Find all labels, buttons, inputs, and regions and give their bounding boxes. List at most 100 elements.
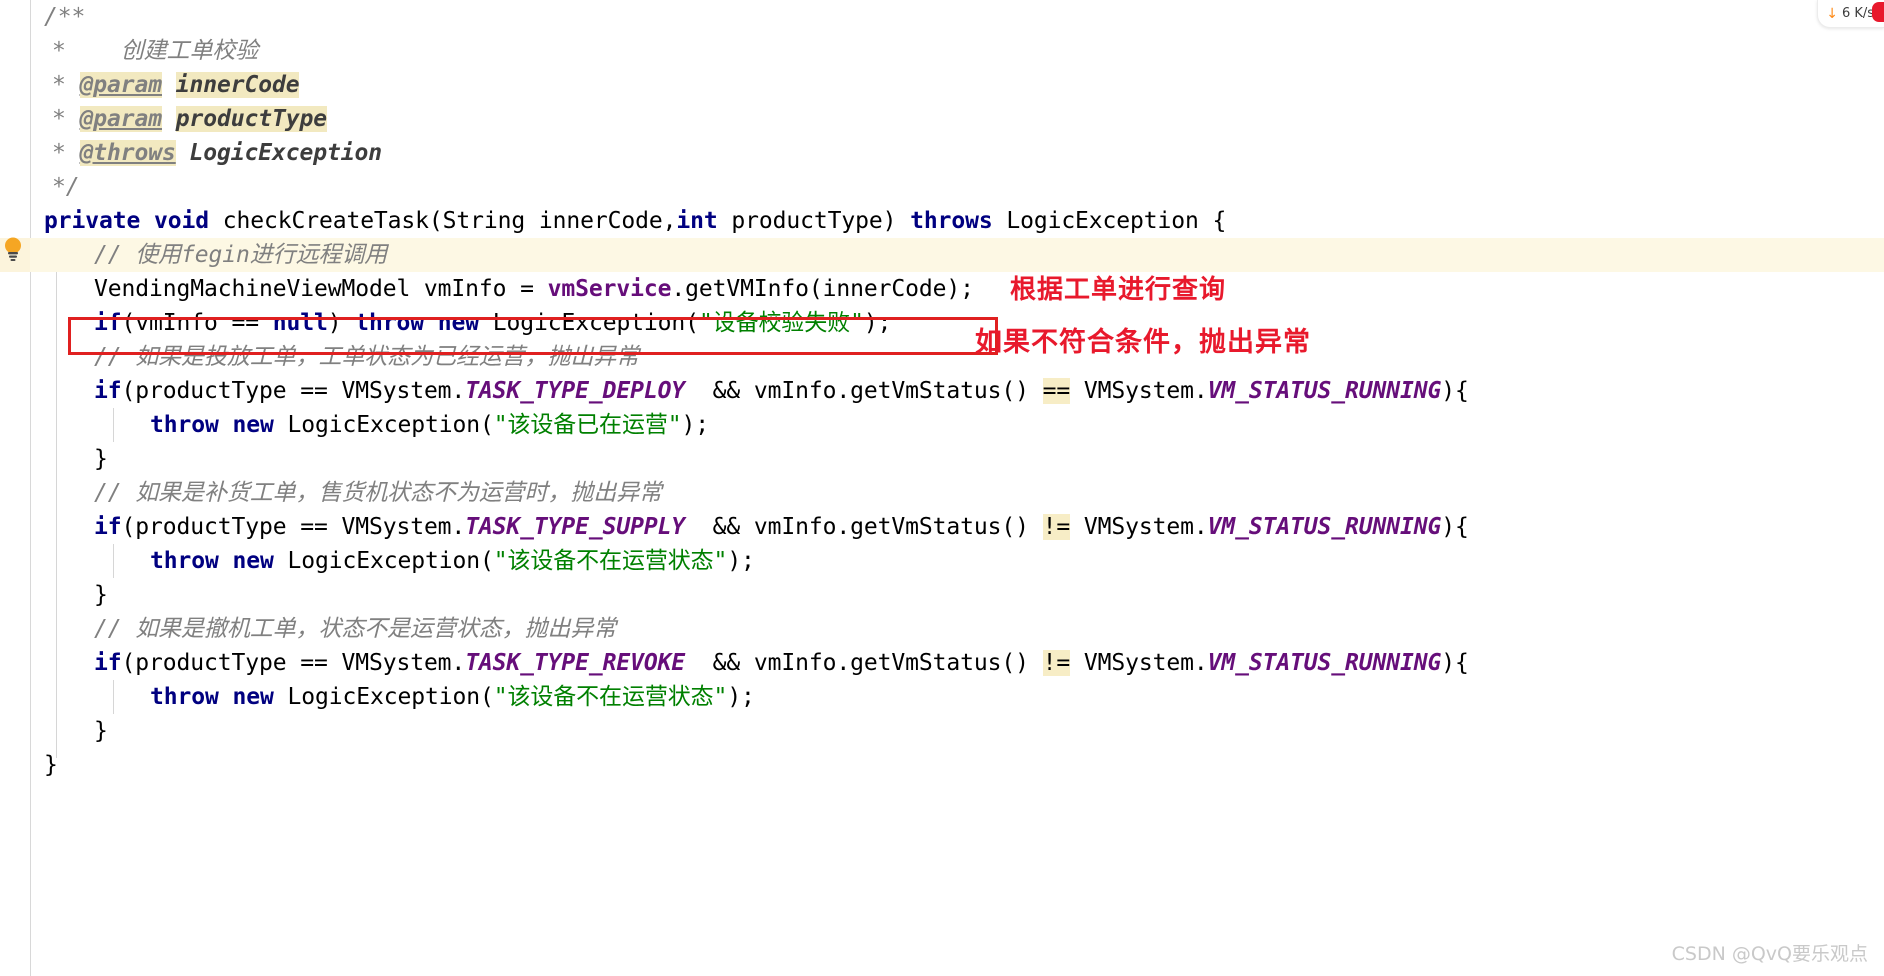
code-token: LogicException( (478, 310, 699, 336)
code-token: /** (44, 4, 86, 30)
code-token: VM_STATUS_RUNNING (1207, 650, 1442, 676)
code-token: && vmInfo.getVmStatus() (685, 378, 1043, 404)
lightbulb-intention-icon[interactable] (2, 236, 24, 262)
code-line[interactable]: throw new LogicException("该设备已在运营"); (0, 408, 709, 442)
code-line[interactable]: * @param innerCode (0, 68, 300, 102)
code-token: } (94, 446, 108, 472)
code-line[interactable]: } (0, 748, 58, 782)
code-token: checkCreateTask(String innerCode, (208, 208, 677, 234)
code-token: (productType == VMSystem. (121, 514, 466, 540)
code-token: if (94, 310, 122, 336)
code-token: @param (79, 106, 162, 132)
code-token: VM_STATUS_RUNNING (1207, 514, 1442, 540)
code-token: int (676, 208, 718, 234)
network-speed-badge[interactable]: ↓ 6 K/s (1817, 0, 1884, 28)
code-token: throw new (150, 684, 274, 710)
code-token: // (94, 616, 136, 642)
code-token: == (1042, 378, 1071, 404)
code-line[interactable]: } (0, 442, 108, 476)
code-token: != (1042, 650, 1071, 676)
code-token: ){ (1441, 378, 1469, 404)
code-token: 创建工单校验 (120, 38, 259, 64)
code-token: // (94, 242, 136, 268)
code-token: TASK_TYPE_SUPPLY (465, 514, 686, 540)
notification-indicator[interactable] (1872, 2, 1884, 22)
code-line[interactable]: throw new LogicException("该设备不在运营状态"); (0, 544, 755, 578)
code-token: productType) (717, 208, 911, 234)
annotation-text-query: 根据工单进行查询 (1010, 275, 1227, 305)
code-token: ); (863, 310, 892, 336)
code-token: 如果是撤机工单，状态不是运营状态，抛出异常 (135, 616, 617, 642)
code-token: VendingMachineViewModel vmInfo = (94, 276, 548, 302)
code-token: (productType == VMSystem. (121, 378, 466, 404)
code-line[interactable]: private void checkCreateTask(String inne… (0, 204, 1226, 238)
code-token: 如果是补货工单，售货机状态不为运营时，抛出异常 (135, 480, 662, 506)
download-arrow-icon: ↓ (1826, 5, 1839, 22)
code-token: } (94, 718, 108, 744)
code-line[interactable]: } (0, 578, 108, 612)
code-token: } (44, 752, 58, 778)
code-line[interactable]: if(productType == VMSystem.TASK_TYPE_REV… (0, 646, 1469, 680)
network-speed-value: 6 (1842, 6, 1851, 21)
code-token: 使用fegin进行远程调用 (135, 242, 388, 268)
code-line[interactable]: // 如果是撤机工单，状态不是运营状态，抛出异常 (0, 612, 616, 646)
code-token: LogicException { (992, 208, 1227, 234)
code-token: "设备校验失败" (698, 310, 864, 336)
code-token: (productType == VMSystem. (121, 650, 466, 676)
code-token: VM_STATUS_RUNNING (1207, 378, 1442, 404)
code-editor[interactable]: /** * 创建工单校验 * @param innerCode * @param pr… (0, 0, 1884, 976)
code-content[interactable]: /** * 创建工单校验 * @param innerCode * @param pr… (0, 0, 1884, 976)
code-token: // (94, 480, 136, 506)
code-token: vmService (547, 276, 672, 302)
code-line[interactable]: VendingMachineViewModel vmInfo = vmServi… (0, 272, 974, 306)
code-line[interactable]: */ (0, 170, 80, 204)
code-line[interactable]: } (0, 714, 108, 748)
code-token: ); (681, 412, 710, 438)
code-token: ); (727, 684, 755, 710)
code-line[interactable]: if(productType == VMSystem.TASK_TYPE_DEP… (0, 374, 1469, 408)
code-token: * (52, 140, 80, 166)
code-token: (vmInfo == (121, 310, 273, 336)
code-token: */ (52, 174, 80, 200)
watermark: CSDN @QvQ要乐观点 (1671, 943, 1868, 965)
code-line[interactable]: throw new LogicException("该设备不在运营状态"); (0, 680, 755, 714)
code-line[interactable]: * @param productType (0, 102, 327, 136)
code-token: * (52, 72, 80, 98)
code-token: VMSystem. (1070, 378, 1208, 404)
annotation-text-throw: 如果不符合条件，抛出异常 (975, 327, 1311, 358)
code-token: if (94, 378, 122, 404)
code-token: TASK_TYPE_REVOKE (465, 650, 686, 676)
code-token: TASK_TYPE_DEPLOY (465, 378, 686, 404)
code-token: productType (175, 106, 327, 132)
code-token: private void (44, 208, 209, 234)
code-line[interactable]: * 创建工单校验 (0, 34, 258, 68)
code-line[interactable]: // 如果是投放工单，工单状态为已经运营，抛出异常 (0, 340, 639, 374)
code-token: throw new (150, 412, 274, 438)
code-token: LogicException( (273, 412, 494, 438)
code-token: } (94, 582, 108, 608)
code-token: throw new (150, 548, 274, 574)
code-token: throws (910, 208, 993, 234)
code-token: "该设备不在运营状态" (493, 684, 728, 710)
code-line[interactable]: // 使用fegin进行远程调用 (0, 238, 387, 272)
code-line[interactable]: if(vmInfo == null) throw new LogicExcept… (0, 306, 891, 340)
code-line[interactable]: if(productType == VMSystem.TASK_TYPE_SUP… (0, 510, 1469, 544)
code-line[interactable]: * @throws LogicException (0, 136, 382, 170)
code-token: ); (727, 548, 755, 574)
code-token: if (94, 650, 122, 676)
code-line[interactable]: // 如果是补货工单，售货机状态不为运营时，抛出异常 (0, 476, 662, 510)
code-token: LogicException (189, 140, 382, 166)
code-token: null (272, 310, 328, 336)
code-token: VMSystem. (1070, 514, 1208, 540)
code-token: @param (79, 72, 162, 98)
code-token: "该设备已在运营" (493, 412, 682, 438)
code-token: .getVMInfo(innerCode); (671, 276, 974, 302)
code-token: throw new (355, 310, 479, 336)
code-token: ){ (1441, 514, 1469, 540)
code-token: VMSystem. (1070, 650, 1208, 676)
code-token: 如果是投放工单，工单状态为已经运营，抛出异常 (135, 344, 640, 370)
code-line[interactable]: /** (0, 0, 85, 34)
code-token: && vmInfo.getVmStatus() (685, 650, 1043, 676)
